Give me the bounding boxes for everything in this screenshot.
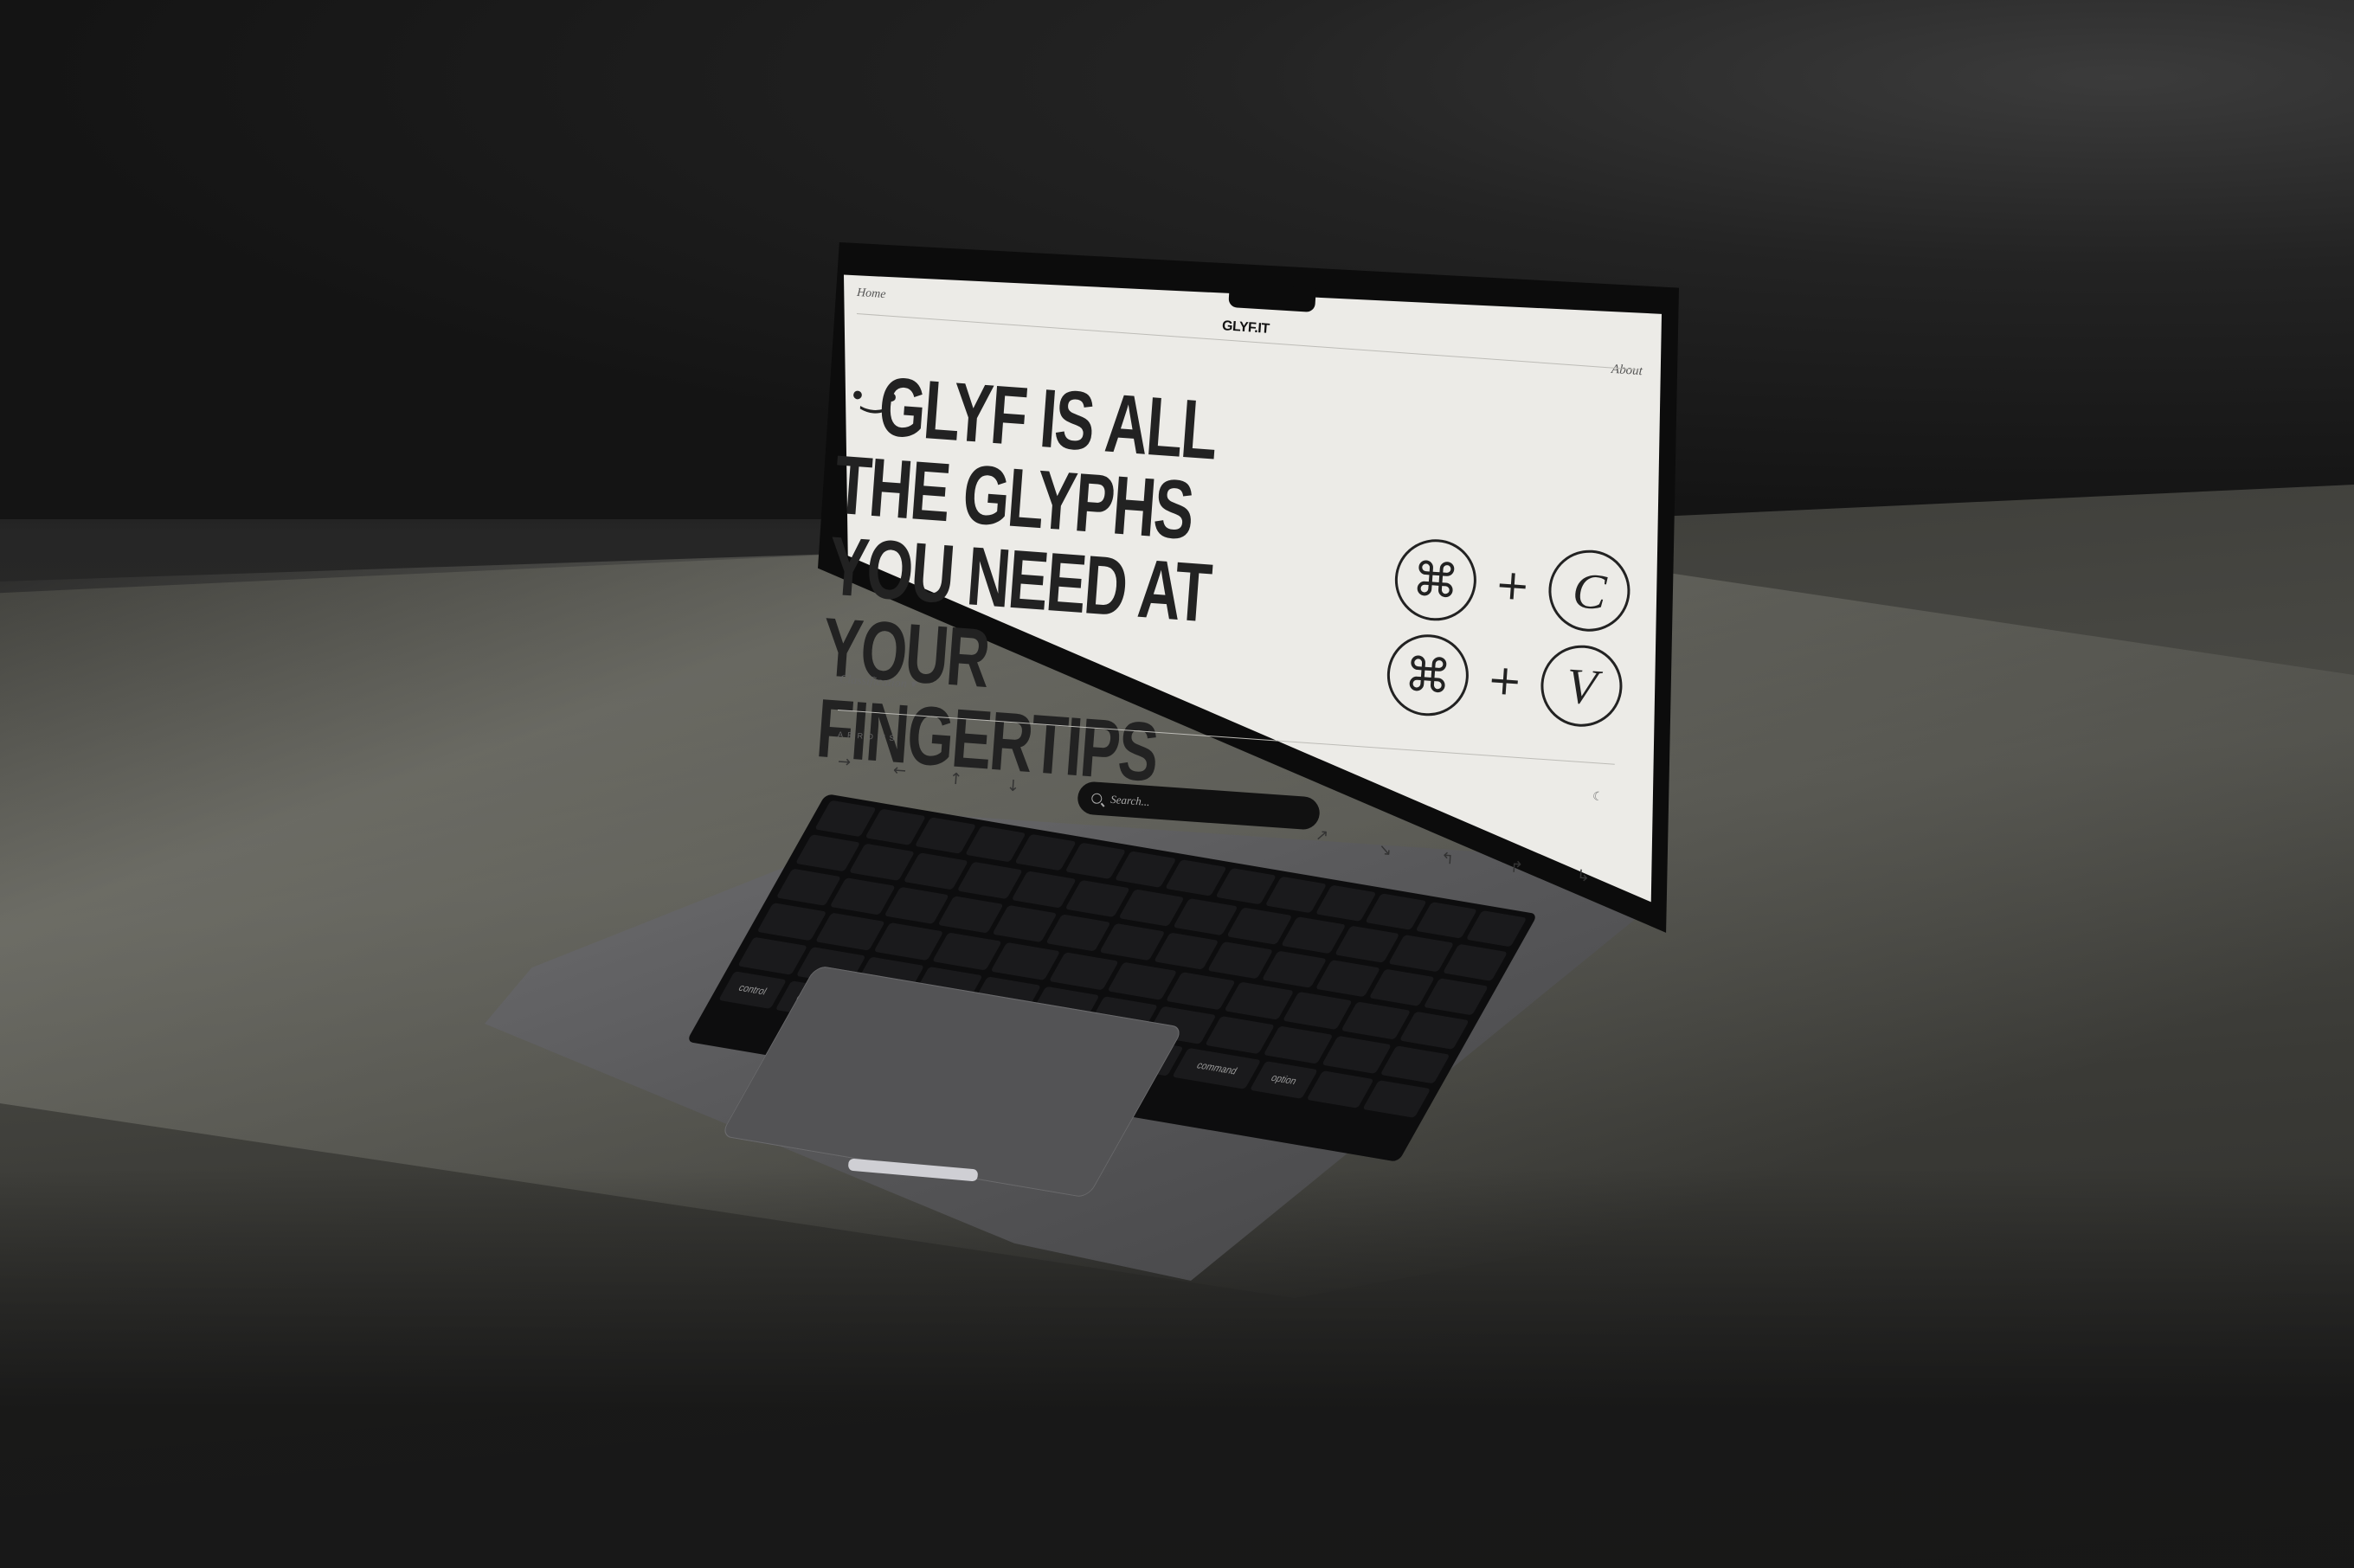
key-option-right: option	[1249, 1061, 1318, 1099]
search-icon	[1090, 793, 1103, 805]
glyph-arrow-up-right-turn[interactable]: ↱	[1509, 858, 1524, 877]
glyph-arrow-up-left-turn[interactable]: ↰	[1440, 849, 1455, 868]
shortcut-paste: ⌘ + V	[1384, 632, 1625, 729]
glyph-arrow-up-right[interactable]: ↗	[1315, 826, 1329, 845]
key-v-icon: V	[1538, 642, 1625, 729]
key-control: control	[718, 971, 787, 1009]
photo-scene: control option command command option Ho…	[0, 0, 2354, 1568]
nav-about-link[interactable]: About	[1611, 363, 1643, 379]
plus-icon: +	[1485, 655, 1524, 706]
glyph-arrow-down-right-turn[interactable]: ↳	[1576, 866, 1591, 885]
glyph-arrow-right[interactable]: →	[837, 752, 852, 771]
nav-home-link[interactable]: Home	[856, 286, 886, 302]
command-icon: ⌘	[1392, 537, 1480, 624]
command-icon: ⌘	[1384, 632, 1472, 719]
site-logo[interactable]: GLYF.IT	[1221, 318, 1270, 337]
key-c-icon: C	[1546, 547, 1633, 634]
key-command-right: command	[1172, 1047, 1262, 1089]
glyph-arrow-up[interactable]: ↑	[949, 769, 963, 788]
glyph-arrow-down-right[interactable]: ↘	[1378, 840, 1392, 859]
search-input[interactable]	[1108, 791, 1286, 819]
theme-toggle-icon[interactable]: ☾	[1592, 789, 1604, 805]
plus-icon: +	[1493, 560, 1532, 611]
shortcut-copy: ⌘ + C	[1392, 537, 1633, 634]
glyph-arrow-down[interactable]: ↓	[1006, 776, 1020, 795]
camera-notch	[1228, 282, 1316, 313]
glyph-arrow-left[interactable]: ←	[892, 761, 907, 780]
